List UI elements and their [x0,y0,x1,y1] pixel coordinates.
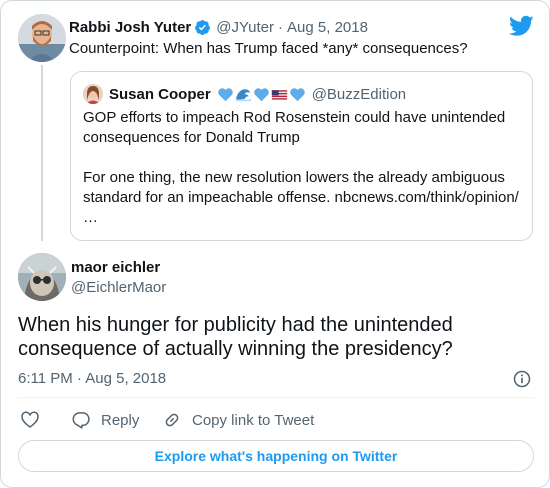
blue-heart-emoji [217,87,233,101]
quoted-tweet[interactable]: Susan Cooper @BuzzEdition GOP efforts to… [70,71,533,241]
twitter-bird-icon[interactable] [509,15,534,37]
quoted-tweet-body: GOP efforts to impeach Rod Rosenstein co… [83,108,527,228]
heart-icon [21,411,39,429]
parent-author-avatar[interactable] [18,14,66,62]
main-tweet-timestamp[interactable]: 6:11 PM · Aug 5, 2018 [18,369,166,389]
us-flag-emoji [271,89,287,100]
reply-label: Reply [101,411,140,429]
separator-dot: · [278,18,284,36]
info-icon[interactable] [512,369,532,389]
explore-twitter-button[interactable]: Explore what's happening on Twitter [18,440,534,472]
parent-author-handle[interactable]: @JYuter [216,19,274,36]
main-tweet-text: When his hunger for publicity had the un… [18,314,453,360]
wave-emoji [235,88,251,101]
parent-tweet-date[interactable]: Aug 5, 2018 [287,19,368,36]
tweet-embed-card: Rabbi Josh Yuter @JYuter · Aug 5, 2018 C… [0,0,550,488]
quoted-paragraph-1: GOP efforts to impeach Rod Rosenstein co… [83,109,506,146]
quoted-paragraph-2: For one thing, the new resolution lowers… [83,169,519,206]
name-emoji-row [217,86,306,103]
blue-heart-emoji [289,87,305,101]
quoted-author-name: Susan Cooper [109,85,211,103]
reply-icon [72,412,90,429]
quoted-author-handle: @BuzzEdition [311,85,407,103]
main-author-name[interactable]: maor eichler [71,258,160,278]
quoted-tweet-header: Susan Cooper @BuzzEdition [109,84,406,104]
parent-tweet-text: Counterpoint: When has Trump faced *any*… [69,40,468,57]
parent-author-name[interactable]: Rabbi Josh Yuter [69,19,191,36]
main-author-handle[interactable]: @EichlerMaor [71,278,166,298]
copy-link-label: Copy link to Tweet [192,411,315,429]
verified-badge-icon [195,19,211,35]
copy-link-button[interactable]: Copy link to Tweet [162,409,314,431]
quoted-author-avatar [83,84,103,104]
link-icon [165,413,179,427]
parent-tweet-header: Rabbi Josh Yuter @JYuter · Aug 5, 2018 [69,17,368,37]
reply-button[interactable]: Reply [71,409,139,431]
blue-heart-emoji [253,87,269,101]
like-button[interactable] [20,409,40,431]
main-author-avatar[interactable] [18,253,66,301]
thread-connector-line [41,65,43,241]
quoted-ellipsis: … [83,209,98,226]
divider [18,397,534,398]
